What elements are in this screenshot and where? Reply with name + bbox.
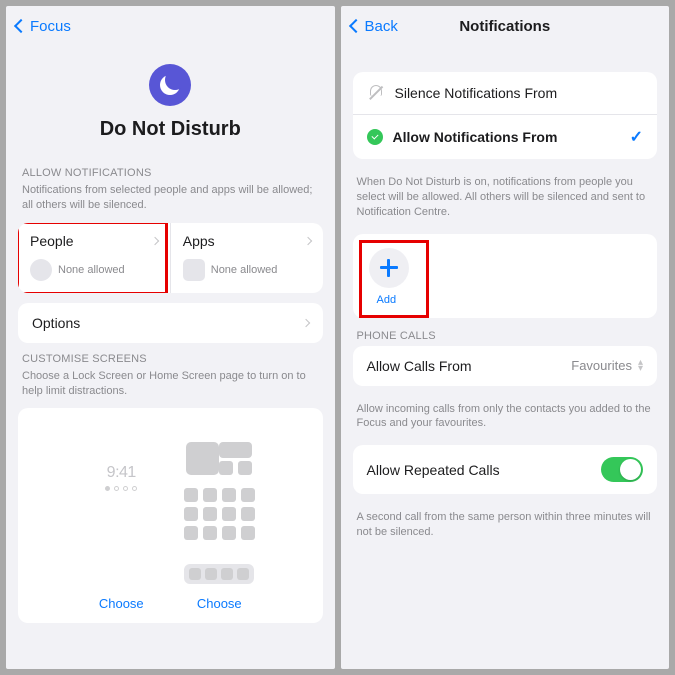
options-list: Options: [18, 303, 323, 343]
mode-list: Silence Notifications From Allow Notific…: [353, 72, 658, 159]
calls-list: Allow Calls From Favourites ▴▾: [353, 346, 658, 386]
repeated-row: Allow Repeated Calls: [353, 445, 658, 494]
notifications-screen: Back Notifications Silence Notifications…: [341, 6, 670, 669]
plus-icon: [387, 259, 390, 277]
people-sub: None allowed: [58, 264, 125, 276]
page-title: Notifications: [459, 18, 550, 35]
customise-header: CUSTOMISE SCREENS: [6, 353, 335, 369]
checkmark-icon: ✓: [630, 127, 643, 147]
silence-label: Silence Notifications From: [395, 85, 558, 101]
chevron-right-icon: [303, 236, 311, 244]
people-apps-row: People None allowed Apps None allowed: [18, 223, 323, 293]
up-down-icon: ▴▾: [638, 360, 643, 372]
apps-cell[interactable]: Apps None allowed: [171, 223, 323, 293]
silence-from-row[interactable]: Silence Notifications From: [353, 72, 658, 115]
back-button[interactable]: Back: [351, 18, 398, 35]
chevron-right-icon: [151, 236, 159, 244]
options-row[interactable]: Options: [18, 303, 323, 343]
back-label: Focus: [30, 18, 71, 35]
allow-calls-row[interactable]: Allow Calls From Favourites ▴▾: [353, 346, 658, 386]
repeated-list: Allow Repeated Calls: [353, 445, 658, 494]
apps-sub: None allowed: [211, 264, 278, 276]
apps-label: Apps: [183, 233, 215, 249]
customise-desc: Choose a Lock Screen or Home Screen page…: [6, 369, 335, 409]
allow-calls-value: Favourites: [571, 358, 632, 373]
lock-time: 9:41: [78, 426, 164, 482]
back-label: Back: [365, 18, 398, 35]
bell-slash-icon: [367, 84, 385, 102]
nav-bar: Back Notifications: [341, 6, 670, 46]
lock-dots: [78, 486, 164, 491]
add-label: Add: [377, 294, 642, 306]
add-button[interactable]: [369, 248, 409, 288]
options-label: Options: [32, 315, 80, 331]
chevron-left-icon: [14, 19, 28, 33]
app-placeholder: [183, 259, 205, 281]
people-label: People: [30, 233, 74, 249]
repeated-label: Allow Repeated Calls: [367, 462, 500, 478]
allow-from-row[interactable]: Allow Notifications From ✓: [353, 115, 658, 159]
hero: Do Not Disturb: [6, 46, 335, 149]
moon-icon: [149, 64, 191, 106]
people-cell[interactable]: People None allowed: [18, 223, 170, 293]
avatar-placeholder: [30, 259, 52, 281]
page-title: Do Not Disturb: [6, 118, 335, 141]
mode-desc: When Do Not Disturb is on, notifications…: [341, 169, 670, 234]
choose-home-button[interactable]: Choose: [176, 596, 262, 611]
calls-header: PHONE CALLS: [341, 330, 670, 346]
repeated-desc: A second call from the same person withi…: [341, 504, 670, 554]
chevron-right-icon: [301, 318, 309, 326]
allow-calls-label: Allow Calls From: [367, 358, 472, 374]
focus-settings-screen: Focus Do Not Disturb ALLOW NOTIFICATIONS…: [6, 6, 335, 669]
lock-screen-mock[interactable]: 9:41: [78, 426, 164, 590]
chevron-left-icon: [348, 19, 362, 33]
screens-card: 9:41 Choose Choose: [18, 408, 323, 623]
lock-screen-option: 9:41 Choose: [78, 426, 164, 611]
allow-header: ALLOW NOTIFICATIONS: [6, 167, 335, 183]
home-screen-option: Choose: [176, 426, 262, 611]
check-badge-icon: [367, 129, 383, 145]
add-people-card: Add: [353, 234, 658, 318]
home-screen-mock[interactable]: [176, 426, 262, 590]
repeated-toggle[interactable]: [601, 457, 643, 482]
calls-desc: Allow incoming calls from only the conta…: [341, 396, 670, 446]
choose-lock-button[interactable]: Choose: [78, 596, 164, 611]
back-button[interactable]: Focus: [16, 18, 71, 35]
allow-desc: Notifications from selected people and a…: [6, 183, 335, 223]
allow-label: Allow Notifications From: [393, 129, 558, 145]
nav-bar: Focus: [6, 6, 335, 46]
